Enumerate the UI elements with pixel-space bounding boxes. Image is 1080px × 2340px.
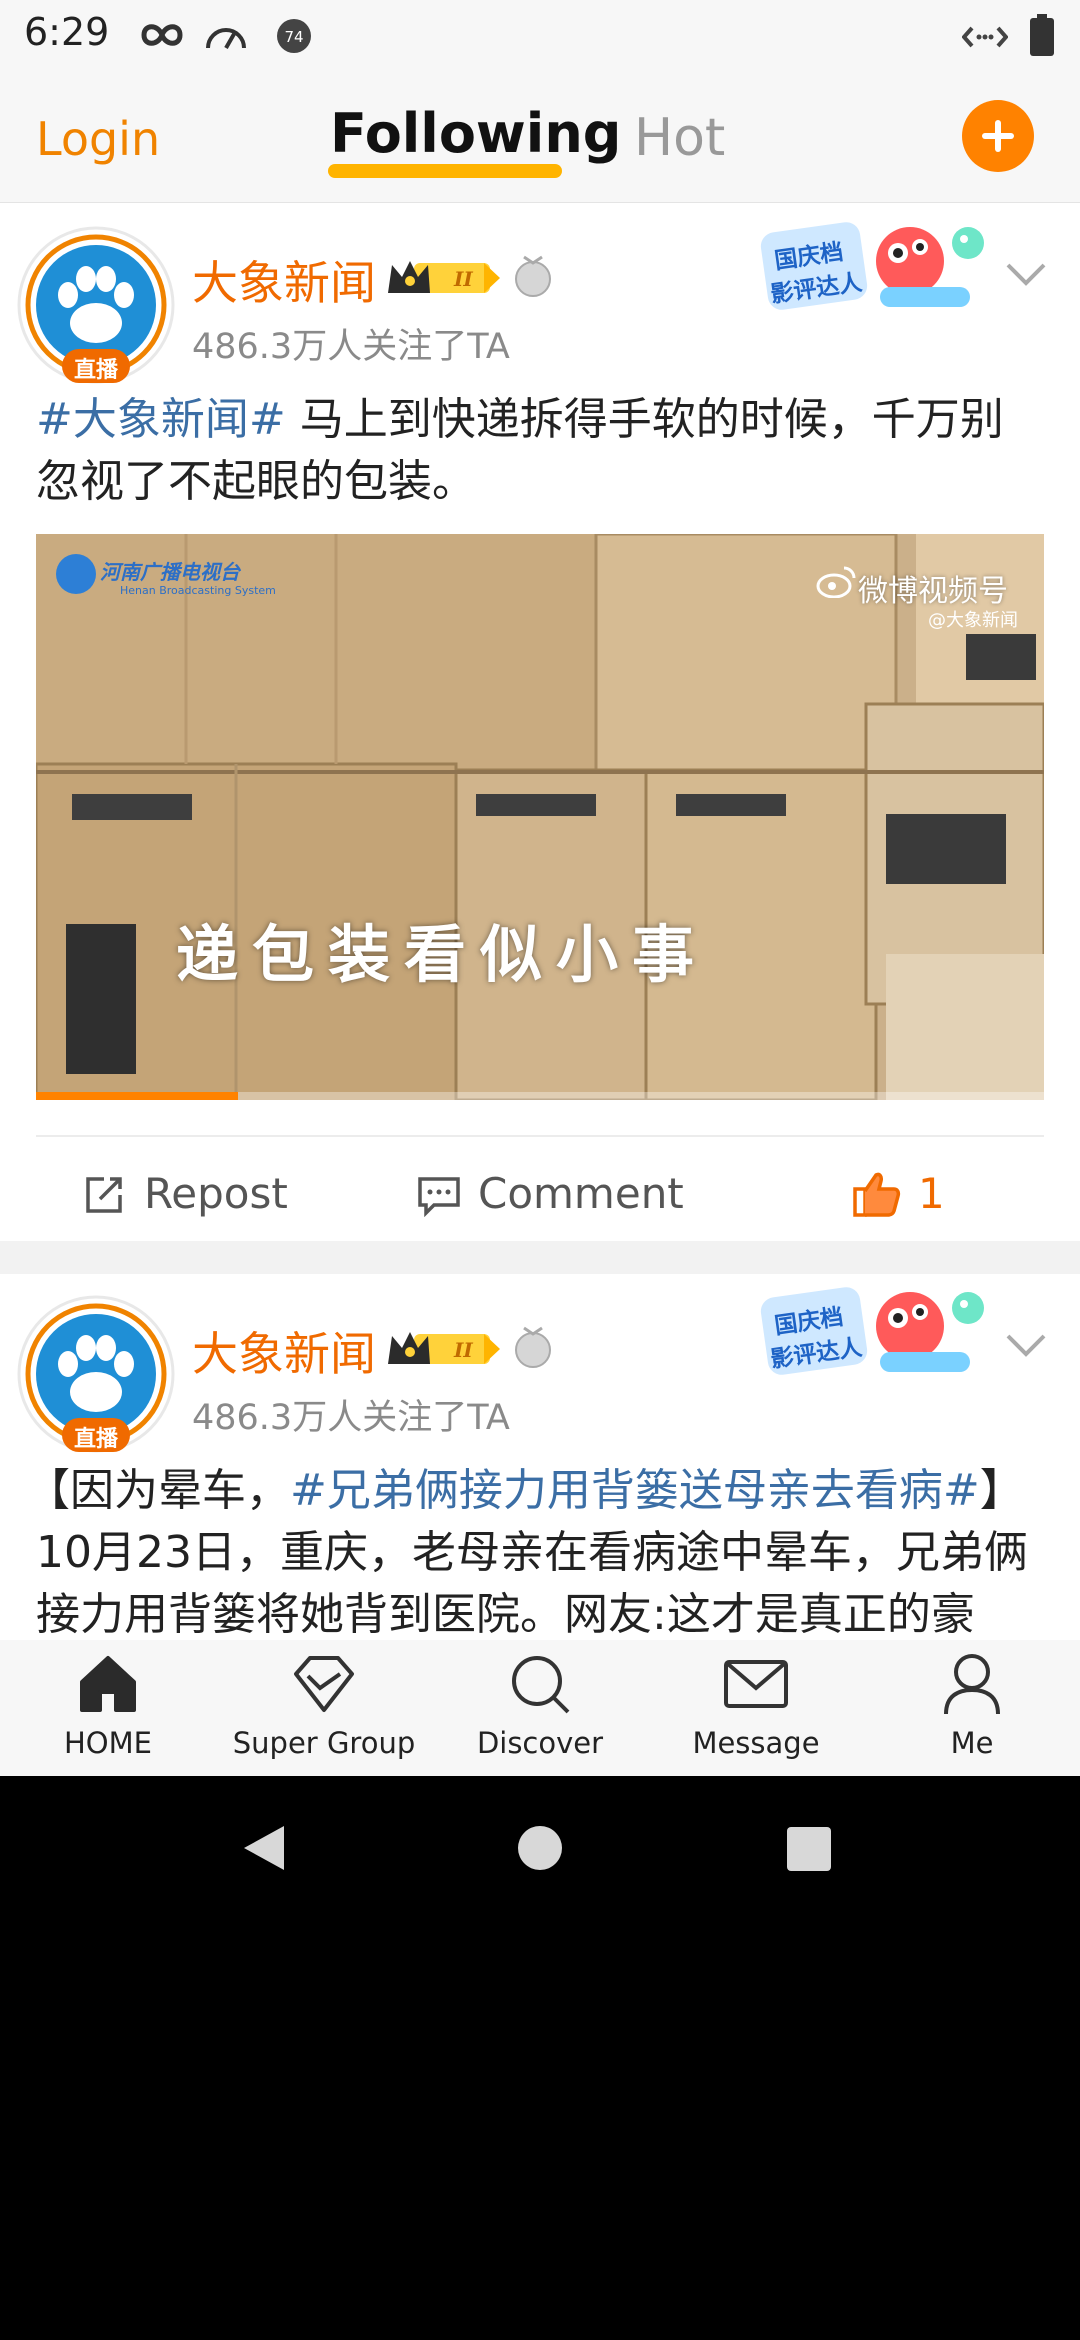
username[interactable]: 大象新闻 — [192, 247, 376, 313]
comment-label: Comment — [478, 1169, 684, 1218]
repost-label: Repost — [144, 1169, 288, 1218]
thumbs-up-icon — [853, 1172, 901, 1217]
weibo-app: 6:29 74 Login Following Hot 直播 大象新闻 II 4… — [0, 0, 1080, 1776]
post-text[interactable]: 【因为晕车，#兄弟俩接力用背篓送母亲去看病#】 10月23日，重庆，老母亲在看病… — [26, 1460, 1068, 1640]
post-line-3: 接力用背篓将她背到医院。网友:这才是真正的豪 — [36, 1589, 975, 1640]
battery-icon — [1030, 14, 1054, 56]
vip-crown-badge: II — [388, 1332, 500, 1364]
screen: 6:29 74 Login Following Hot 直播 大象新闻 II 4… — [0, 0, 1080, 2340]
tab-super-group-label: Super Group — [232, 1726, 416, 1760]
event-sticker[interactable]: 国庆档 影评达人 — [760, 1278, 1000, 1388]
like-button[interactable]: 1 — [852, 1165, 972, 1225]
home-circle-icon[interactable] — [516, 1824, 564, 1872]
tab-following[interactable]: Following — [330, 102, 621, 165]
tab-hot[interactable]: Hot — [634, 108, 725, 168]
tab-me[interactable]: Me — [864, 1640, 1080, 1776]
username[interactable]: 大象新闻 — [192, 1318, 376, 1384]
channel-logo-subtext: Henan Broadcasting System — [120, 584, 276, 597]
recents-square-icon[interactable] — [786, 1826, 832, 1872]
live-badge: 直播 — [73, 1427, 118, 1452]
post-card: 直播 大象新闻 II 486.3万人关注了TA 国庆档 影评达人 【因为晕车，#… — [0, 1274, 1080, 1640]
post-hashtag[interactable]: #大象新闻# — [36, 394, 286, 445]
video-watermark-sub: @大象新闻 — [928, 610, 1018, 631]
avatar[interactable]: 直播 — [16, 225, 176, 385]
live-badge: 直播 — [73, 358, 118, 383]
svg-text:II: II — [453, 267, 473, 291]
video-progress-bar[interactable] — [36, 1092, 1044, 1100]
notification-74-icon: 74 — [277, 19, 311, 53]
back-icon[interactable] — [240, 1822, 290, 1874]
comment-button[interactable]: Comment — [416, 1165, 696, 1225]
followers-count: 486.3万人关注了TA — [192, 327, 510, 367]
post-line-1: 【因为晕车，#兄弟俩接力用背篓送母亲去看病#】 — [26, 1460, 1068, 1522]
like-count: 1 — [918, 1169, 945, 1218]
avatar[interactable]: 直播 — [16, 1294, 176, 1454]
tab-home[interactable]: HOME — [0, 1640, 216, 1776]
active-tab-indicator — [328, 164, 562, 178]
login-link[interactable]: Login — [36, 112, 160, 166]
status-bar: 6:29 74 — [0, 0, 1080, 72]
comment-icon — [418, 1177, 460, 1217]
tab-me-label: Me — [950, 1726, 994, 1760]
tab-discover[interactable]: Discover — [432, 1640, 648, 1776]
video-player[interactable]: 河南广播电视台 Henan Broadcasting System 微博视频号 … — [36, 534, 1044, 1100]
status-time: 6:29 — [24, 10, 110, 54]
tab-home-label: HOME — [64, 1726, 152, 1760]
notification-count: 74 — [284, 28, 303, 46]
diamond-icon — [294, 1656, 354, 1712]
plus-icon — [982, 120, 1014, 152]
action-divider — [36, 1135, 1044, 1137]
event-sticker[interactable]: 国庆档 影评达人 — [760, 213, 1000, 323]
video-caption: 递包装看似小事 — [176, 918, 709, 991]
vip-crown-badge: II — [388, 261, 500, 293]
infinity-icon — [141, 24, 183, 46]
chevron-down-icon[interactable] — [1004, 1330, 1048, 1360]
svg-text:II: II — [453, 1338, 473, 1362]
post-line-2: 10月23日，重庆，老母亲在看病途中晕车，兄弟俩 — [36, 1527, 1028, 1578]
post-text-post: 】 — [979, 1465, 1024, 1516]
envelope-icon — [724, 1660, 788, 1708]
weibo-logo-icon — [816, 566, 856, 598]
tab-message-label: Message — [692, 1726, 820, 1760]
speedometer-icon — [206, 28, 246, 49]
video-progress-fill — [36, 1092, 238, 1100]
channel-logo-text: 河南广播电视台 — [100, 560, 240, 584]
search-icon — [512, 1656, 570, 1714]
tab-super-group[interactable]: Super Group — [216, 1640, 432, 1776]
top-nav: Login Following Hot — [0, 72, 1080, 204]
data-arrows-icon — [962, 26, 1008, 48]
bottom-tab-bar: HOME Super Group Discover Message Me — [0, 1640, 1080, 1776]
tab-message[interactable]: Message — [648, 1640, 864, 1776]
system-nav-bar — [0, 1776, 1080, 1916]
repost-icon — [86, 1177, 122, 1213]
post-text-pre: 【因为晕车， — [26, 1465, 290, 1516]
repost-button[interactable]: Repost — [82, 1165, 332, 1225]
post-text[interactable]: #大象新闻# 马上到快递拆得手软的时候，千万别忽视了不起眼的包装。 — [36, 389, 1044, 513]
followers-count: 486.3万人关注了TA — [192, 1398, 510, 1438]
medal-icon — [515, 1326, 551, 1368]
chevron-down-icon[interactable] — [1004, 259, 1048, 289]
post-hashtag[interactable]: #兄弟俩接力用背篓送母亲去看病# — [290, 1465, 980, 1516]
home-icon — [80, 1656, 136, 1712]
video-watermark: 微博视频号 — [858, 574, 1008, 609]
tab-discover-label: Discover — [476, 1726, 604, 1760]
medal-icon — [515, 255, 551, 297]
person-icon — [944, 1654, 1000, 1715]
post-card: 直播 大象新闻 II 486.3万人关注了TA 国庆档 影评达人 #大象新闻# … — [0, 203, 1080, 1241]
compose-button[interactable] — [962, 100, 1034, 172]
video-thumbnail-boxes — [36, 534, 1044, 1100]
